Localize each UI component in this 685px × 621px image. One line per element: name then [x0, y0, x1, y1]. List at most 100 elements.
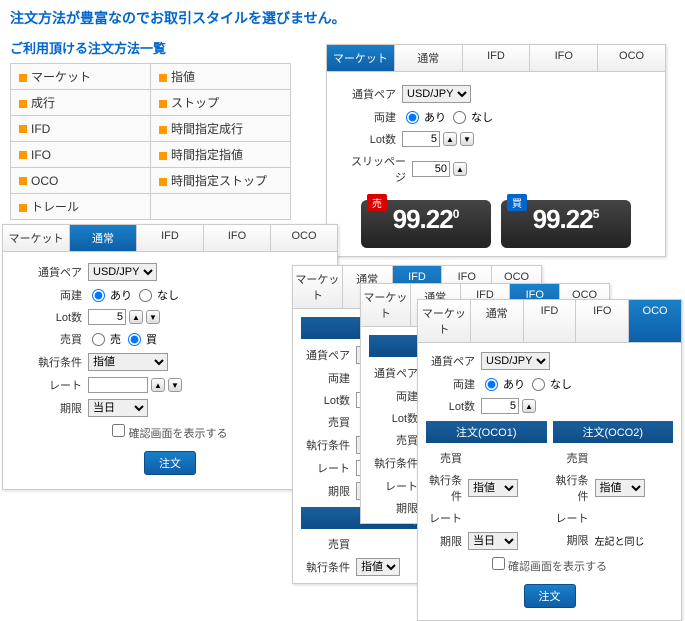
label-baibai: 売買	[369, 432, 424, 448]
order-button[interactable]: 注文	[524, 584, 576, 608]
lot-up-icon[interactable]: ▲	[522, 399, 536, 413]
tab-oco[interactable]: OCO	[629, 300, 681, 342]
radio-ari[interactable]	[485, 378, 498, 391]
tab-ifd[interactable]: IFD	[463, 45, 531, 71]
input-slippage[interactable]	[412, 161, 450, 177]
select-exec[interactable]: 指値	[595, 479, 645, 497]
order-method-cell: 指値	[151, 64, 291, 90]
rate-up-icon[interactable]: ▲	[151, 378, 165, 392]
sell-price: 99.22	[393, 204, 453, 235]
order-method-cell: 成行	[11, 90, 151, 116]
select-pair[interactable]: USD/JPY	[481, 352, 550, 370]
tab-market[interactable]: マーケット	[3, 225, 70, 251]
tab-ifd[interactable]: IFD	[524, 300, 577, 342]
slip-up-icon[interactable]: ▲	[453, 162, 467, 176]
tab-market[interactable]: マーケット	[418, 300, 471, 342]
label-baibai: 売買	[426, 450, 468, 466]
order-method-cell: 時間指定成行	[151, 116, 291, 142]
tab-normal[interactable]: 通常	[70, 225, 137, 251]
tab-market[interactable]: マーケット	[361, 284, 411, 326]
label-leftsame: 左記と同じ	[595, 533, 645, 548]
tab-market[interactable]: マーケット	[293, 266, 343, 308]
lot-up-icon[interactable]: ▲	[129, 310, 143, 324]
tab-ifd[interactable]: IFD	[137, 225, 204, 251]
tabs-market: マーケット 通常 IFD IFO OCO	[327, 45, 665, 72]
lot-down-icon[interactable]: ▼	[146, 310, 160, 324]
lot-up-icon[interactable]: ▲	[443, 132, 457, 146]
radio-sell[interactable]	[92, 333, 105, 346]
label-exec: 執行条件	[301, 437, 356, 453]
lot-down-icon[interactable]: ▼	[460, 132, 474, 146]
radio-label-nashi: なし	[471, 109, 493, 125]
label-pair: 通貨ペア	[426, 353, 481, 369]
label-pair: 通貨ペア	[369, 365, 424, 381]
radio-nashi[interactable]	[453, 111, 466, 124]
label-rate: レート	[426, 510, 468, 526]
order-button[interactable]: 注文	[144, 451, 196, 475]
label-kigen: 期限	[426, 533, 468, 549]
label-exec: 執行条件	[369, 455, 424, 471]
order-method-cell	[151, 194, 291, 220]
tab-ifo[interactable]: IFO	[576, 300, 629, 342]
input-rate[interactable]	[88, 377, 148, 393]
order-method-cell: ストップ	[151, 90, 291, 116]
radio-ari[interactable]	[92, 289, 105, 302]
tab-oco[interactable]: OCO	[598, 45, 665, 71]
radio-nashi[interactable]	[532, 378, 545, 391]
radio-label-nashi: なし	[550, 376, 572, 392]
radio-label-ari: あり	[503, 376, 525, 392]
label-baibai: 売買	[301, 414, 356, 430]
input-lot[interactable]	[402, 131, 440, 147]
tab-ifo[interactable]: IFO	[204, 225, 271, 251]
label-saiken: 両建	[347, 109, 402, 125]
label-kigen: 期限	[369, 500, 424, 516]
sell-badge: 売	[367, 194, 387, 211]
select-pair[interactable]: USD/JPY	[402, 85, 471, 103]
label-lot: Lot数	[301, 392, 356, 408]
tab-ifo[interactable]: IFO	[530, 45, 598, 71]
label-confirm: 確認画面を表示する	[508, 561, 607, 573]
input-lot[interactable]	[88, 309, 126, 325]
select-exec[interactable]: 指値	[468, 479, 518, 497]
buy-price-sup: 5	[593, 207, 600, 221]
buy-price-box[interactable]: 買 99.225	[501, 200, 631, 248]
label-lot: Lot数	[369, 410, 424, 426]
label-kigen: 期限	[301, 483, 356, 499]
radio-nashi[interactable]	[139, 289, 152, 302]
order-methods-table: マーケット指値成行ストップIFD時間指定成行IFO時間指定指値OCO時間指定スト…	[10, 63, 291, 220]
radio-label-buy: 買	[146, 331, 157, 347]
order-method-cell: IFD	[11, 116, 151, 142]
label-kigen: 期限	[553, 532, 595, 548]
rate-down-icon[interactable]: ▼	[168, 378, 182, 392]
tabs-normal: マーケット 通常 IFD IFO OCO	[3, 225, 337, 252]
select-kigen[interactable]: 当日	[468, 532, 518, 550]
label-rate: レート	[33, 377, 88, 393]
tab-normal[interactable]: 通常	[471, 300, 524, 342]
tab-normal[interactable]: 通常	[395, 45, 463, 71]
label-saiken: 両建	[426, 376, 481, 392]
label-slippage: スリッページ	[347, 153, 412, 185]
select-exec[interactable]: 指値	[356, 558, 400, 576]
input-lot[interactable]	[481, 398, 519, 414]
tab-market[interactable]: マーケット	[327, 45, 395, 71]
panel-market: マーケット 通常 IFD IFO OCO 通貨ペアUSD/JPY 両建ありなし …	[326, 44, 666, 257]
checkbox-confirm[interactable]	[112, 424, 125, 437]
label-baibai: 売買	[33, 331, 88, 347]
radio-buy[interactable]	[128, 333, 141, 346]
order-method-cell: OCO	[11, 168, 151, 194]
label-saiken: 両建	[369, 388, 424, 404]
tab-oco[interactable]: OCO	[271, 225, 337, 251]
label-exec: 執行条件	[553, 472, 595, 504]
select-exec[interactable]: 指値	[88, 353, 168, 371]
radio-label-ari: あり	[424, 109, 446, 125]
label-rate: レート	[301, 460, 356, 476]
select-kigen[interactable]: 当日	[88, 399, 148, 417]
select-pair[interactable]: USD/JPY	[88, 263, 157, 281]
label-exec: 執行条件	[426, 472, 468, 504]
radio-label-ari: あり	[110, 287, 132, 303]
order-method-cell: 時間指定指値	[151, 142, 291, 168]
checkbox-confirm[interactable]	[492, 557, 505, 570]
sell-price-box[interactable]: 売 99.220	[361, 200, 491, 248]
radio-ari[interactable]	[406, 111, 419, 124]
bar-oco1: 注文(OCO1)	[426, 421, 547, 443]
